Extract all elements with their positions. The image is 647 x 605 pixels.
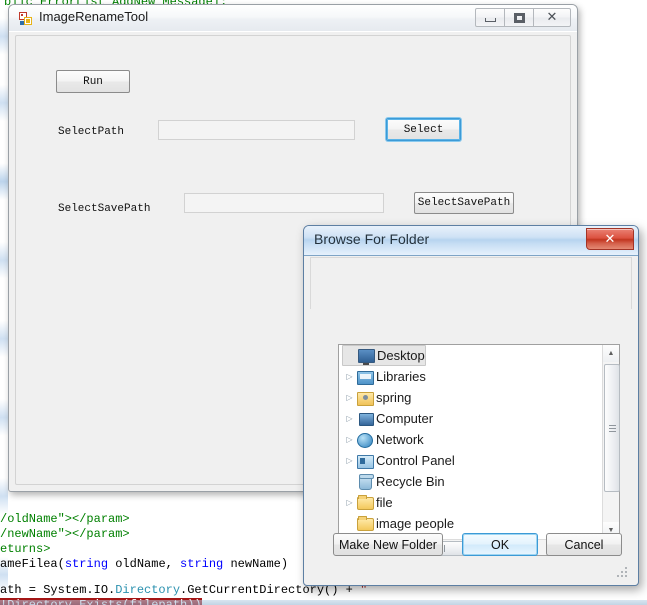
- expander-icon[interactable]: ▷: [343, 435, 356, 444]
- user-folder-icon: [356, 390, 374, 406]
- code-line-1: /newName"></param>: [0, 527, 130, 541]
- close-icon: ✕: [546, 10, 558, 25]
- folder-tree-list[interactable]: Desktop ▷ Libraries ▷ spring ▷ Computer …: [339, 345, 602, 539]
- tree-item-label: Computer: [376, 411, 434, 426]
- expander-icon[interactable]: ▷: [343, 393, 356, 402]
- folder-icon: [356, 516, 374, 531]
- tree-item-label: image people: [376, 516, 455, 531]
- control-panel-icon: [356, 453, 374, 469]
- ok-button[interactable]: OK: [462, 533, 538, 556]
- vertical-scrollbar-thumb[interactable]: [604, 364, 620, 492]
- dialog-resize-grip-icon[interactable]: [617, 565, 629, 577]
- select-save-path-label: SelectSavePath: [58, 203, 151, 215]
- libraries-icon: [356, 369, 374, 385]
- main-window-titlebar[interactable]: ImageRenameTool ✕: [9, 5, 577, 32]
- dialog-title: Browse For Folder: [314, 231, 430, 247]
- dialog-body: Desktop ▷ Libraries ▷ spring ▷ Computer …: [310, 257, 632, 579]
- cancel-button[interactable]: Cancel: [546, 533, 622, 556]
- expander-icon[interactable]: ▷: [343, 414, 356, 423]
- minimize-icon: [484, 18, 496, 22]
- tree-item-computer[interactable]: ▷ Computer: [339, 408, 602, 429]
- scrollbar-grip-icon: [608, 424, 616, 432]
- folder-tree-panel[interactable]: Desktop ▷ Libraries ▷ spring ▷ Computer …: [338, 344, 620, 556]
- tree-vertical-scrollbar[interactable]: ▲ ▼: [602, 345, 620, 539]
- tree-item-network[interactable]: ▷ Network: [339, 429, 602, 450]
- select-save-path-input[interactable]: [184, 193, 384, 213]
- screen: blic ErrorList AddNew Message1; /oldName…: [0, 0, 647, 605]
- code-line-2: eturns>: [0, 542, 51, 556]
- run-button[interactable]: Run: [56, 70, 130, 93]
- dialog-button-bar: Make New Folder OK Cancel: [310, 533, 632, 557]
- tree-item-libraries[interactable]: ▷ Libraries: [339, 366, 602, 387]
- maximize-icon: [513, 12, 525, 23]
- desktop-icon: [357, 348, 375, 365]
- tree-item-file[interactable]: ▷ file: [339, 492, 602, 513]
- tree-item-recycle-bin[interactable]: Recycle Bin: [339, 471, 602, 492]
- scroll-up-icon[interactable]: ▲: [603, 345, 619, 362]
- window-controls: ✕: [475, 8, 571, 27]
- folder-icon: [356, 495, 374, 510]
- tree-item-image-people[interactable]: image people: [339, 513, 602, 534]
- tree-item-spring[interactable]: ▷ spring: [339, 387, 602, 408]
- taskbar-edge: [0, 600, 647, 605]
- expander-icon[interactable]: ▷: [343, 498, 356, 507]
- select-path-label: SelectPath: [58, 126, 125, 138]
- main-window-title: ImageRenameTool: [39, 9, 149, 24]
- close-button[interactable]: ✕: [533, 8, 571, 27]
- browse-for-folder-dialog[interactable]: Browse For Folder ✕ Desktop ▷ Libraries: [303, 225, 639, 586]
- tree-item-label: Libraries: [376, 369, 426, 384]
- maximize-button[interactable]: [504, 8, 534, 27]
- tree-item-desktop[interactable]: Desktop: [342, 345, 426, 366]
- code-line-0: /oldName"></param>: [0, 512, 130, 526]
- winforms-app-icon: [19, 12, 33, 26]
- select-save-path-button[interactable]: SelectSavePath: [414, 192, 514, 214]
- tree-item-label: Control Panel: [376, 453, 455, 468]
- tree-item-control-panel[interactable]: ▷ Control Panel: [339, 450, 602, 471]
- select-path-button[interactable]: Select: [386, 118, 461, 141]
- dialog-close-button[interactable]: ✕: [586, 228, 634, 250]
- select-path-input[interactable]: [158, 120, 355, 140]
- dialog-instruction-area: [310, 257, 632, 309]
- expander-icon[interactable]: ▷: [343, 456, 356, 465]
- tree-item-label: spring: [376, 390, 412, 405]
- tree-item-label: Network: [376, 432, 424, 447]
- make-new-folder-button[interactable]: Make New Folder: [333, 533, 443, 556]
- expander-icon[interactable]: ▷: [343, 372, 356, 381]
- dialog-titlebar[interactable]: Browse For Folder ✕: [304, 226, 638, 256]
- network-icon: [356, 432, 373, 448]
- computer-icon: [356, 411, 374, 426]
- tree-item-label: Recycle Bin: [376, 474, 445, 489]
- code-line-3: ameFilea(string oldName, string newName): [0, 557, 289, 571]
- recycle-bin-icon: [356, 474, 374, 490]
- tree-item-label: file: [376, 495, 393, 510]
- tree-item-label: Desktop: [377, 348, 425, 363]
- minimize-button[interactable]: [475, 8, 505, 27]
